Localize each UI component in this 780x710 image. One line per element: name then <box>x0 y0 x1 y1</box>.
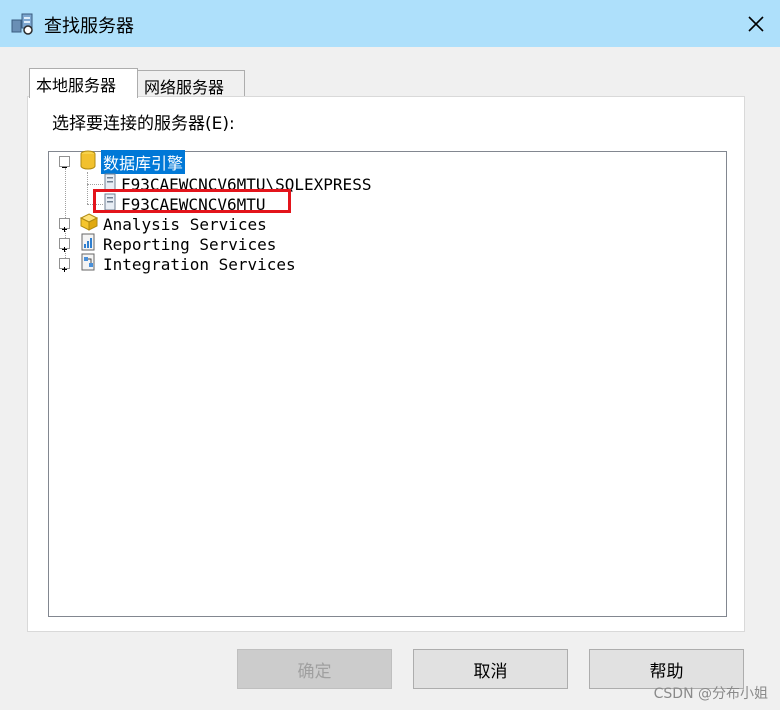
tree-node-label: Integration Services <box>103 254 296 274</box>
integration-icon <box>79 252 99 276</box>
dialog-title: 查找服务器 <box>44 16 134 37</box>
server-search-icon <box>10 10 36 36</box>
title-bar: 查找服务器 <box>0 0 780 47</box>
expand-icon[interactable] <box>59 238 70 252</box>
close-button[interactable] <box>732 0 780 47</box>
cancel-button[interactable]: 取消 <box>413 649 568 689</box>
server-select-label: 选择要连接的服务器(E): <box>52 114 235 134</box>
tree-node-label: Reporting Services <box>103 234 277 254</box>
tab-panel: 选择要连接的服务器(E): 数据库引擎 F93CAEWCNCV6MTU\SQLE… <box>27 96 745 632</box>
close-icon <box>748 15 764 32</box>
highlight-annotation <box>93 189 291 213</box>
expand-icon[interactable] <box>59 258 70 272</box>
tree-node-integration-services[interactable]: Integration Services <box>79 252 296 276</box>
tree-node-database-engine[interactable]: 数据库引擎 <box>79 150 186 174</box>
tree-node-label: Analysis Services <box>103 214 267 234</box>
expand-icon[interactable] <box>59 218 70 232</box>
tab-network-servers[interactable]: 网络服务器 <box>138 70 245 98</box>
tree-node-analysis-services[interactable]: Analysis Services <box>79 213 267 234</box>
tree-guide-line <box>87 172 88 204</box>
server-tree[interactable]: 数据库引擎 F93CAEWCNCV6MTU\SQLEXPRESS F93CAEW… <box>48 150 727 617</box>
ok-button[interactable]: 确定 <box>237 649 392 689</box>
tree-guide-line <box>87 184 103 185</box>
watermark: CSDN @分布小姐 <box>653 686 768 702</box>
tree-node-reporting-services[interactable]: Reporting Services <box>79 233 277 254</box>
tab-local-servers[interactable]: 本地服务器 <box>29 68 138 98</box>
database-icon <box>79 150 97 174</box>
collapse-icon[interactable] <box>59 156 70 168</box>
tree-node-label: 数据库引擎 <box>101 150 186 174</box>
